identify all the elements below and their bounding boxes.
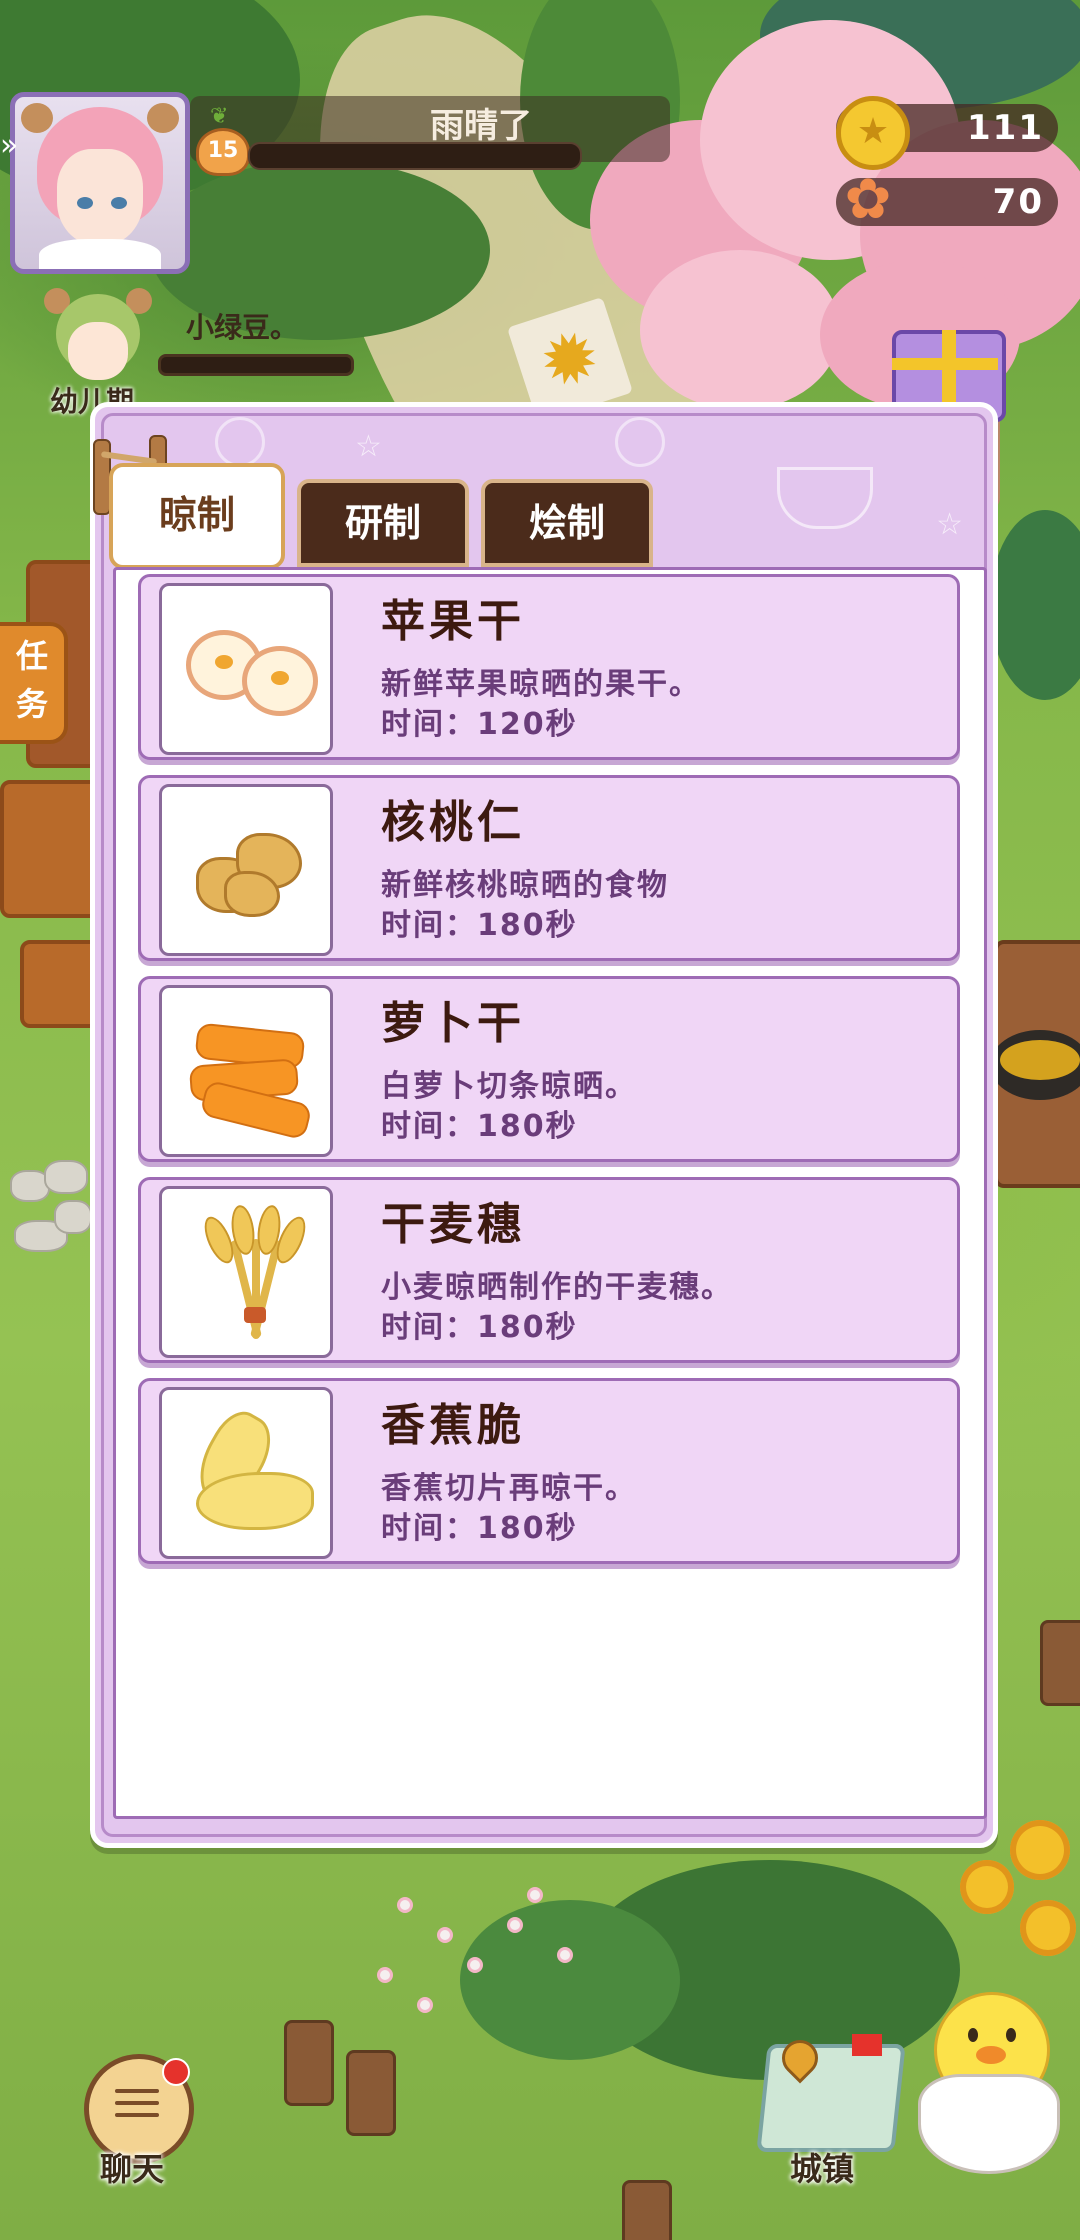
cup-decoration-icon bbox=[777, 467, 873, 529]
weather-status: 雨晴了 bbox=[430, 106, 532, 146]
crafting-panel: ☆ ☆ 晾制 研制 烩制 苹果干 新鲜苹果晾晒的果干。 时间：120秒 核桃仁 … bbox=[90, 402, 998, 1848]
notification-dot bbox=[162, 2058, 190, 2086]
star-coin-icon: ★ bbox=[836, 96, 910, 170]
side-menu-icon[interactable]: » bbox=[0, 128, 36, 164]
recipe-description: 新鲜核桃晾晒的食物 bbox=[381, 868, 669, 903]
tab-label: 烩制 bbox=[528, 501, 605, 545]
orange-slice-decoration-icon bbox=[615, 417, 665, 467]
player-avatar[interactable] bbox=[10, 92, 190, 274]
star-decoration-icon: ☆ bbox=[936, 507, 963, 542]
recipe-time: 时间：180秒 bbox=[381, 1511, 578, 1546]
recipe-name: 苹果干 bbox=[381, 596, 525, 647]
tab-label: 研制 bbox=[344, 501, 421, 545]
recipe-item[interactable]: 香蕉脆 香蕉切片再晾干。 时间：180秒 bbox=[138, 1378, 960, 1564]
recipe-item[interactable]: 苹果干 新鲜苹果晾晒的果干。 时间：120秒 bbox=[138, 574, 960, 760]
flower-count: 70 bbox=[992, 182, 1044, 222]
flag-icon bbox=[852, 2034, 882, 2056]
tab-grinding[interactable]: 研制 bbox=[297, 479, 469, 567]
chat-menu-icon bbox=[115, 2089, 159, 2093]
flower-icon: ✿ bbox=[844, 167, 892, 232]
recipe-time: 时间：180秒 bbox=[381, 908, 578, 943]
recipe-description: 小麦晾晒制作的干麦穗。 bbox=[381, 1270, 733, 1305]
recipe-name: 香蕉脆 bbox=[381, 1400, 525, 1451]
recipe-item[interactable]: 萝卜干 白萝卜切条晾晒。 时间：180秒 bbox=[138, 976, 960, 1162]
recipe-time: 时间：180秒 bbox=[381, 1109, 578, 1144]
task-button[interactable]: 任务 bbox=[0, 622, 68, 744]
recipe-list: 苹果干 新鲜苹果晾晒的果干。 时间：120秒 核桃仁 新鲜核桃晾晒的食物 时间：… bbox=[113, 567, 987, 1819]
banana-chips-icon bbox=[159, 1387, 333, 1559]
dried-apple-icon bbox=[159, 583, 333, 755]
tab-stewing[interactable]: 烩制 bbox=[481, 479, 653, 567]
recipe-description: 香蕉切片再晾干。 bbox=[381, 1471, 637, 1506]
wheat-icon bbox=[159, 1186, 333, 1358]
pet-name: 小绿豆。 bbox=[186, 311, 299, 344]
recipe-item[interactable]: 干麦穗 小麦晾晒制作的干麦穗。 时间：180秒 bbox=[138, 1177, 960, 1363]
tab-drying[interactable]: 晾制 bbox=[109, 463, 285, 583]
recipe-item[interactable]: 核桃仁 新鲜核桃晾晒的食物 时间：180秒 bbox=[138, 775, 960, 961]
experience-bar bbox=[248, 142, 582, 170]
recipe-description: 新鲜苹果晾晒的果干。 bbox=[381, 667, 701, 702]
dried-carrot-icon bbox=[159, 985, 333, 1157]
pet-growth-bar bbox=[158, 354, 354, 376]
chick-mascot-icon[interactable] bbox=[912, 1964, 1062, 2174]
level-badge: 15 bbox=[196, 128, 250, 176]
coin-count: 111 bbox=[967, 108, 1044, 148]
recipe-time: 时间：180秒 bbox=[381, 1310, 578, 1345]
recipe-name: 核桃仁 bbox=[381, 797, 525, 848]
sprout-icon: ❦ bbox=[210, 104, 229, 129]
chat-label: 聊天 bbox=[100, 2150, 165, 2188]
star-decoration-icon: ☆ bbox=[355, 429, 382, 464]
pet-avatar[interactable] bbox=[44, 288, 152, 388]
town-map-button[interactable] bbox=[756, 2044, 906, 2152]
town-label: 城镇 bbox=[790, 2150, 855, 2188]
walnut-icon bbox=[159, 784, 333, 956]
recipe-time: 时间：120秒 bbox=[381, 707, 578, 742]
orange-slice-decoration-icon bbox=[215, 417, 265, 467]
recipe-description: 白萝卜切条晾晒。 bbox=[381, 1069, 637, 1104]
recipe-name: 干麦穗 bbox=[381, 1199, 525, 1250]
recipe-name: 萝卜干 bbox=[381, 998, 525, 1049]
task-button-label: 任务 bbox=[15, 637, 48, 723]
tab-label: 晾制 bbox=[158, 493, 235, 537]
